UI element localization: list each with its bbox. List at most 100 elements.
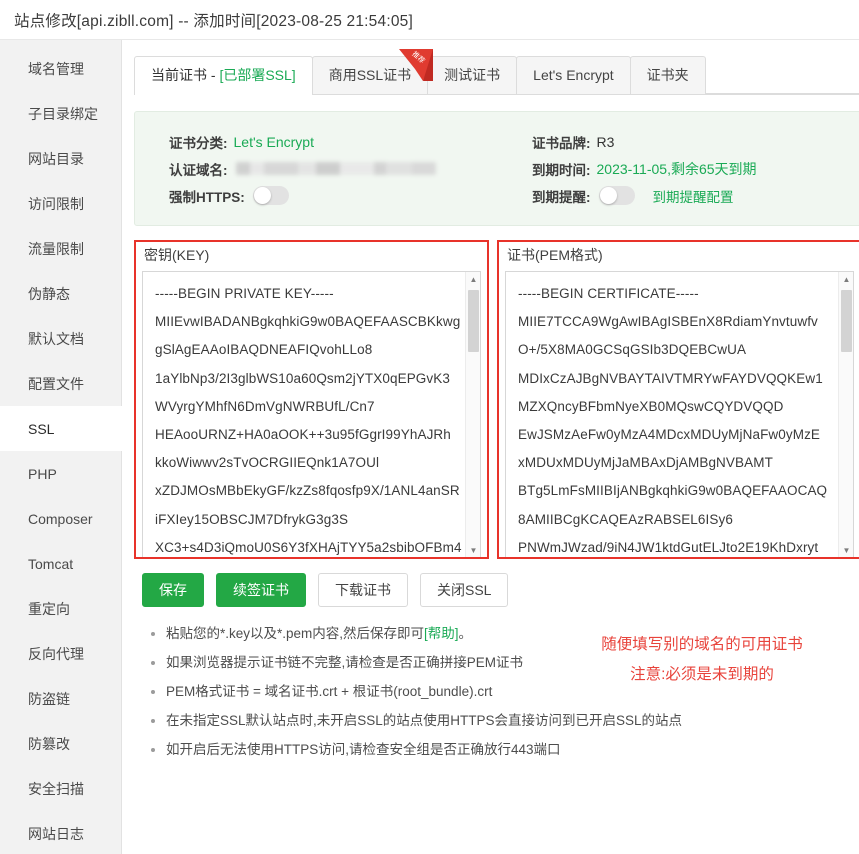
key-textarea-scrollbar[interactable]: ▲ ▼ (465, 272, 480, 558)
cert-domain-label: 认证域名: (169, 159, 228, 179)
expiry-reminder-toggle[interactable] (599, 186, 635, 205)
help-note-text: PEM格式证书 = 域名证书.crt + 根证书(root_bundle).cr… (166, 684, 492, 699)
cert-expiry-value: 2023-11-05,剩余65天到期 (597, 159, 757, 179)
expiry-reminder-config-link[interactable]: 到期提醒配置 (653, 186, 734, 206)
sidebar-item-label: 流量限制 (28, 239, 84, 259)
sidebar-item-子目录绑定[interactable]: 子目录绑定 (0, 91, 121, 136)
help-notes: 粘贴您的*.key以及*.pem内容,然后保存即可[帮助]。如果浏览器提示证书链… (144, 625, 859, 759)
sidebar-item-label: Tomcat (28, 556, 73, 572)
tab-商用SSL证书[interactable]: 商用SSL证书推荐 (312, 56, 428, 94)
sidebar-item-默认文档[interactable]: 默认文档 (0, 316, 121, 361)
toggle-knob (254, 187, 271, 204)
pem-editor-box: 证书(PEM格式) -----BEGIN CERTIFICATE----- MI… (497, 240, 859, 559)
cert-domain-row: 认证域名: (169, 155, 498, 182)
sidebar-item-PHP[interactable]: PHP (0, 451, 121, 496)
sidebar-item-防篡改[interactable]: 防篡改 (0, 721, 121, 766)
help-note-item: 粘贴您的*.key以及*.pem内容,然后保存即可[帮助]。 (166, 625, 859, 643)
sidebar-item-label: 反向代理 (28, 644, 84, 664)
help-note-item: 如开启后无法使用HTTPS访问,请检查安全组是否正确放行443端口 (166, 741, 859, 759)
sidebar: 域名管理子目录绑定网站目录访问限制流量限制伪静态默认文档配置文件 SSLPHPCo… (0, 40, 122, 854)
expiry-reminder-label: 到期提醒: (532, 186, 591, 206)
sidebar-item-label: 子目录绑定 (28, 104, 98, 124)
sidebar-item-网站目录[interactable]: 网站目录 (0, 136, 121, 181)
button-续签证书[interactable]: 续签证书 (216, 573, 306, 607)
scroll-up-icon[interactable]: ▲ (839, 272, 854, 287)
scrollbar-thumb[interactable] (841, 290, 852, 352)
sidebar-item-label: 域名管理 (28, 59, 84, 79)
help-link[interactable]: [帮助] (424, 626, 459, 641)
tab-测试证书[interactable]: 测试证书 (427, 56, 517, 94)
svg-text:推荐: 推荐 (411, 49, 427, 65)
tab-label: 商用SSL证书 (329, 67, 411, 83)
button-关闭SSL[interactable]: 关闭SSL (420, 573, 508, 607)
sidebar-item-label: 网站日志 (28, 824, 84, 844)
scroll-down-icon[interactable]: ▼ (839, 543, 854, 558)
expiry-reminder-row: 到期提醒: 到期提醒配置 (532, 182, 859, 209)
sidebar-item-域名管理[interactable]: 域名管理 (0, 46, 121, 91)
scrollbar-thumb[interactable] (468, 290, 479, 352)
sidebar-item-Tomcat[interactable]: Tomcat (0, 541, 121, 586)
key-textarea-content: -----BEGIN PRIVATE KEY----- MIIEvwIBADAN… (143, 272, 480, 559)
cert-brand-label: 证书品牌: (532, 132, 591, 152)
sidebar-item-访问限制[interactable]: 访问限制 (0, 181, 121, 226)
window-titlebar: 站点修改[api.zibll.com] -- 添加时间[2023-08-25 2… (0, 0, 859, 40)
force-https-row: 强制HTTPS: (169, 182, 498, 209)
tab-label: 测试证书 (444, 67, 500, 83)
sidebar-item-网站日志[interactable]: 网站日志 (0, 811, 121, 854)
main-content: 当前证书 - [已部署SSL]商用SSL证书推荐测试证书Let's Encryp… (122, 40, 859, 854)
sidebar-item-label: 安全扫描 (28, 779, 84, 799)
sidebar-item-label: 重定向 (28, 599, 70, 619)
pem-textarea[interactable]: -----BEGIN CERTIFICATE----- MIIE7TCCA9Wg… (505, 271, 854, 559)
sidebar-item-label: 防篡改 (28, 734, 70, 754)
force-https-label: 强制HTTPS: (169, 186, 245, 206)
tab-当前证书 -[interactable]: 当前证书 - [已部署SSL] (134, 56, 313, 94)
tab-label: 当前证书 - (151, 67, 219, 83)
sidebar-item-Composer[interactable]: Composer (0, 496, 121, 541)
scroll-down-icon[interactable]: ▼ (466, 543, 481, 558)
sidebar-item-label: 伪静态 (28, 284, 70, 304)
button-保存[interactable]: 保存 (142, 573, 204, 607)
sidebar-item-流量限制[interactable]: 流量限制 (0, 226, 121, 271)
cert-expiry-row: 到期时间: 2023-11-05,剩余65天到期 (532, 155, 859, 182)
tab-bar: 当前证书 - [已部署SSL]商用SSL证书推荐测试证书Let's Encryp… (134, 56, 859, 95)
sidebar-item-配置文件[interactable]: 配置文件 (0, 361, 121, 406)
editors-row: 密钥(KEY) -----BEGIN PRIVATE KEY----- MIIE… (134, 240, 859, 559)
scroll-up-icon[interactable]: ▲ (466, 272, 481, 287)
sidebar-item-SSL[interactable]: SSL (0, 406, 122, 451)
help-note-text: 在未指定SSL默认站点时,未开启SSL的站点使用HTTPS会直接访问到已开启SS… (166, 713, 682, 728)
help-note-text: 粘贴您的*.key以及*.pem内容,然后保存即可 (166, 626, 424, 641)
masked-domain-value (236, 162, 436, 175)
cert-expiry-label: 到期时间: (532, 159, 591, 179)
help-note-item: 在未指定SSL默认站点时,未开启SSL的站点使用HTTPS会直接访问到已开启SS… (166, 712, 859, 730)
sidebar-item-伪静态[interactable]: 伪静态 (0, 271, 121, 316)
key-editor-label: 密钥(KEY) (134, 240, 489, 271)
help-note-text: 如果浏览器提示证书链不完整,请检查是否正确拼接PEM证书 (166, 655, 523, 670)
tab-证书夹[interactable]: 证书夹 (630, 56, 706, 94)
help-note-item: 如果浏览器提示证书链不完整,请检查是否正确拼接PEM证书 (166, 654, 859, 672)
window-body: 域名管理子目录绑定网站目录访问限制流量限制伪静态默认文档配置文件 SSLPHPCo… (0, 40, 859, 854)
sidebar-item-label: 网站目录 (28, 149, 84, 169)
sidebar-item-label: 配置文件 (28, 374, 84, 394)
toggle-knob (600, 187, 617, 204)
sidebar-item-label: 默认文档 (28, 329, 84, 349)
tab-label: Let's Encrypt (533, 67, 614, 83)
cert-brand-row: 证书品牌: R3 (532, 128, 859, 155)
tab-Let's Encrypt[interactable]: Let's Encrypt (516, 56, 631, 94)
sidebar-item-防盗链[interactable]: 防盗链 (0, 676, 121, 721)
tab-status-suffix: [已部署SSL] (219, 67, 295, 83)
tab-label: 证书夹 (647, 67, 689, 83)
site-edit-window: 站点修改[api.zibll.com] -- 添加时间[2023-08-25 2… (0, 0, 859, 854)
force-https-toggle[interactable] (253, 186, 289, 205)
cert-brand-value: R3 (597, 134, 615, 150)
sidebar-item-label: 访问限制 (28, 194, 84, 214)
pem-editor-label: 证书(PEM格式) (497, 240, 859, 271)
key-textarea[interactable]: -----BEGIN PRIVATE KEY----- MIIEvwIBADAN… (142, 271, 481, 559)
sidebar-item-反向代理[interactable]: 反向代理 (0, 631, 121, 676)
pem-textarea-scrollbar[interactable]: ▲ ▼ (838, 272, 853, 558)
sidebar-item-重定向[interactable]: 重定向 (0, 586, 121, 631)
help-note-tail: 。 (459, 626, 473, 641)
sidebar-item-安全扫描[interactable]: 安全扫描 (0, 766, 121, 811)
button-下载证书[interactable]: 下载证书 (318, 573, 408, 607)
cert-type-value: Let's Encrypt (234, 134, 315, 150)
page-title: 站点修改[api.zibll.com] -- 添加时间[2023-08-25 2… (14, 9, 413, 31)
